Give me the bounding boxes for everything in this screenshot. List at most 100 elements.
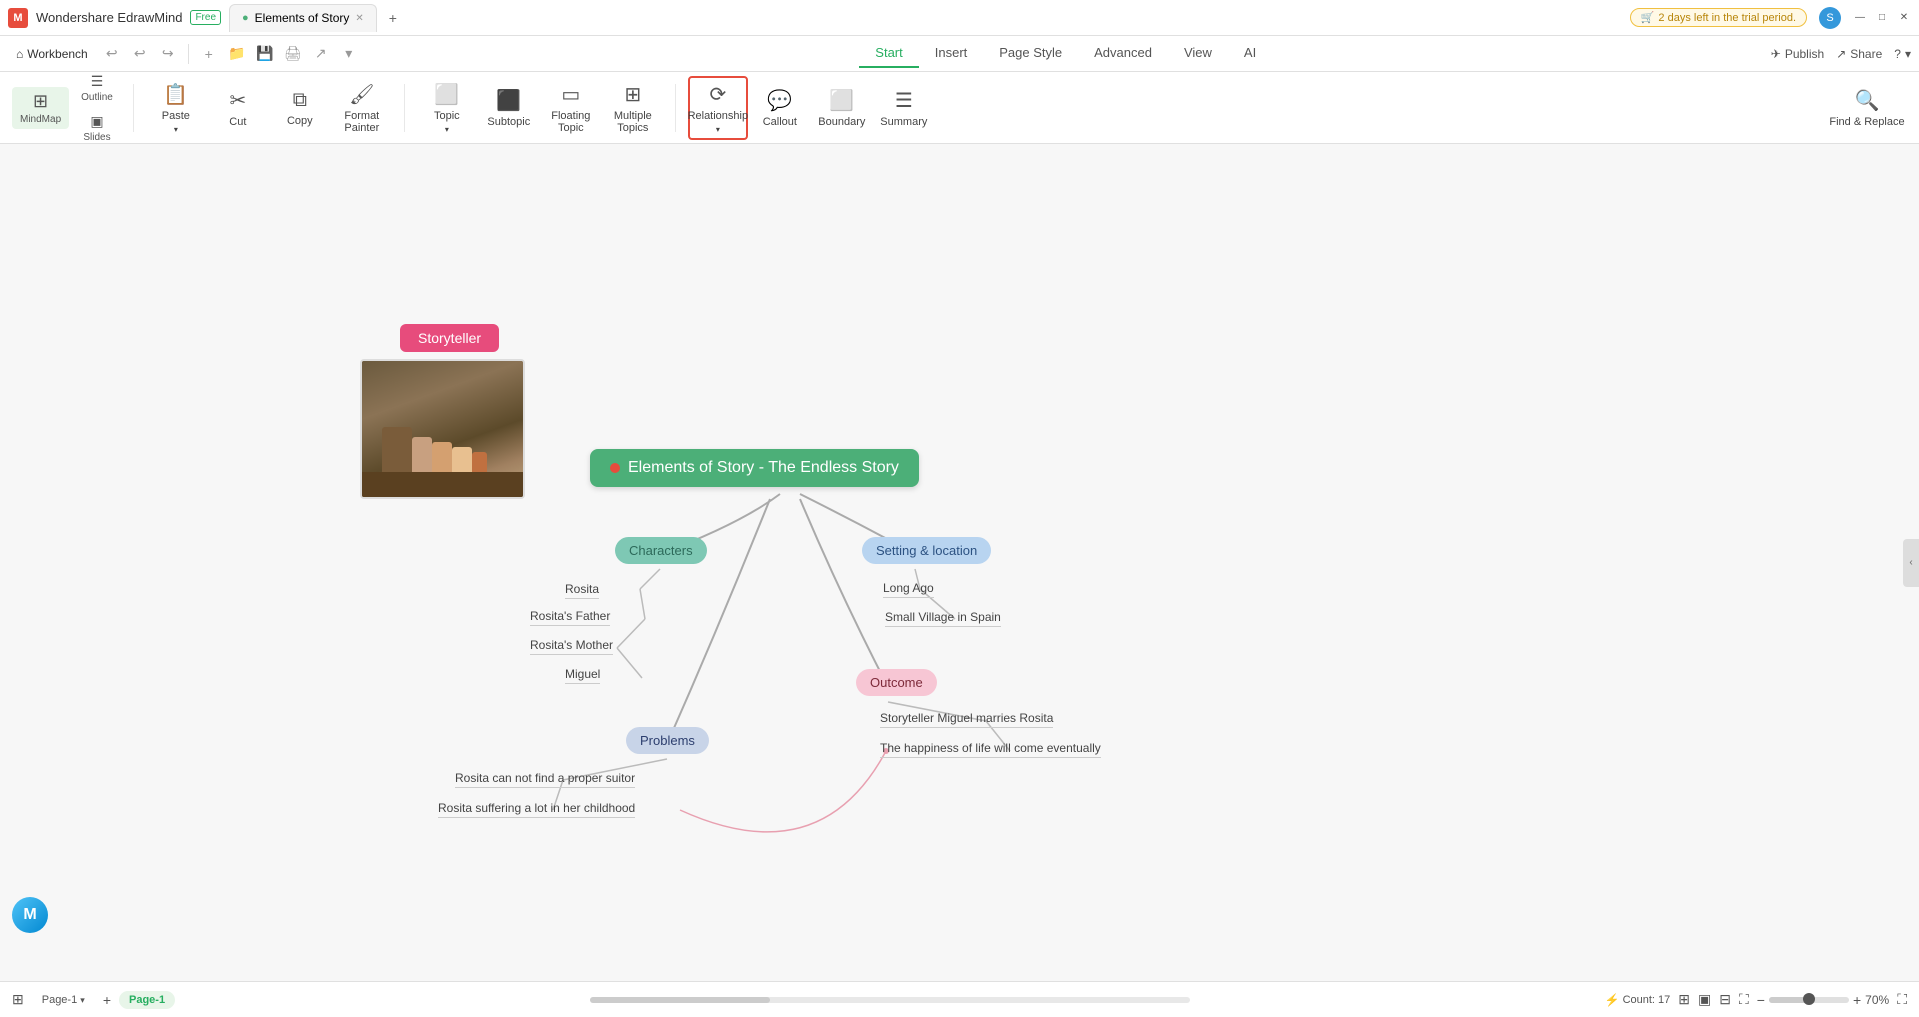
outcome-label: Outcome [870,675,923,690]
more-button[interactable]: ▾ [337,42,361,66]
close-button[interactable]: ✕ [1897,11,1911,25]
title-bar-left: M Wondershare EdrawMind Free ● Elements … [8,4,1622,32]
menu-bar: ⌂ Workbench ↩ ↩ ↪ + 📁 💾 🖨 ↗ ▾ Start Inse… [0,36,1919,72]
status-bar: ⊞ Page-1 ▾ + Page-1 ⚡ Count: 17 ⊞ ▣ ⊟ ⛶ … [0,981,1919,1017]
leaf-childhood[interactable]: Rosita suffering a lot in her childhood [438,801,635,818]
floating-topic-icon: ▭ [561,82,580,107]
zoom-in-icon[interactable]: + [1853,992,1861,1008]
characters-branch[interactable]: Characters [615,537,707,564]
boundary-button[interactable]: ⬜ Boundary [812,80,872,136]
print-button[interactable]: 🖨 [281,42,305,66]
summary-button[interactable]: ☰ Summary [874,80,934,136]
toolbar-divider-1 [133,84,134,132]
leaf-long-ago[interactable]: Long Ago [883,581,934,598]
outline-view-button[interactable]: ☰ Outline [73,69,121,107]
topic-button[interactable]: ⬜ Topic ▾ [417,78,477,138]
chevron-icon: ▾ [1905,47,1911,61]
canvas[interactable]: Storyteller Elements of Story - The Endl… [0,144,1919,981]
undo-button[interactable]: ↩ [100,42,124,66]
new-button[interactable]: + [197,42,221,66]
slides-view-button[interactable]: ▣ Slides [75,109,118,147]
status-left: ⊞ Page-1 ▾ + Page-1 [12,991,175,1009]
setting-branch[interactable]: Setting & location [862,537,991,564]
publish-button[interactable]: ✈ Publish [1771,47,1824,61]
menu-left: ⌂ Workbench ↩ ↩ ↪ + 📁 💾 🖨 ↗ ▾ [8,42,361,66]
share-button[interactable]: ↗ Share [1836,47,1882,61]
fullscreen-icon[interactable]: ⛶ [1739,991,1749,1008]
zoom-out-icon[interactable]: − [1757,992,1765,1008]
cut-button[interactable]: ✂ Cut [208,80,268,136]
scrollbar-thumb[interactable] [590,997,770,1003]
menu-right: ✈ Publish ↗ Share ? ▾ [1771,47,1911,61]
tab-ai[interactable]: AI [1228,39,1272,68]
storyteller-node[interactable]: Storyteller [400,324,499,352]
outcome-branch[interactable]: Outcome [856,669,937,696]
multiple-topics-button[interactable]: ⊞ Multiple Topics [603,78,663,138]
tab-advanced[interactable]: Advanced [1078,39,1168,68]
page-add-icon[interactable]: + [103,992,111,1008]
leaf-miguel[interactable]: Miguel [565,667,600,684]
copy-button[interactable]: ⧉ Copy [270,80,330,136]
mindmap-icon: ⊞ [33,91,48,112]
horizontal-scrollbar[interactable] [590,997,1190,1003]
outline-icon: ☰ [91,73,104,90]
workbench-button[interactable]: ⌂ Workbench [8,43,96,65]
story-image[interactable] [360,359,525,499]
leaf-suitor[interactable]: Rosita can not find a proper suitor [455,771,635,788]
tab-add-button[interactable]: + [381,6,405,30]
relationship-button[interactable]: ⟳ Relationship ▾ [688,76,748,140]
help-button[interactable]: ? ▾ [1894,47,1911,61]
undo-button2[interactable]: ↩ [128,42,152,66]
leaf-mother[interactable]: Rosita's Mother [530,638,613,655]
tab-page-style[interactable]: Page Style [983,39,1078,68]
page-dropdown-icon: ▾ [80,995,85,1005]
title-bar-right: 🛒 2 days left in the trial period. S — □… [1630,7,1911,29]
minimize-button[interactable]: — [1853,11,1867,25]
tab-view[interactable]: View [1168,39,1228,68]
find-replace-button[interactable]: 🔍 Find & Replace [1827,80,1907,136]
zoom-thumb[interactable] [1803,993,1815,1005]
tab-start[interactable]: Start [859,39,918,68]
callout-button[interactable]: 💬 Callout [750,80,810,136]
menu-tabs: Start Insert Page Style Advanced View AI [365,39,1767,68]
format-painter-icon: 🖌 [349,82,374,107]
maximize-button[interactable]: □ [1875,11,1889,25]
relationship-group: ⟳ Relationship ▾ 💬 Callout ⬜ Boundary ☰ … [688,76,934,140]
toolbar-divider-3 [675,84,676,132]
main-node-dot [610,463,620,473]
tab-close[interactable]: ✕ [355,13,363,24]
save-button[interactable]: 💾 [253,42,277,66]
publish-icon: ✈ [1771,47,1781,61]
format-painter-button[interactable]: 🖌 Format Painter [332,78,392,138]
zoom-slider[interactable] [1769,997,1849,1003]
active-page-tab[interactable]: Page-1 [119,991,175,1009]
page-1-tab[interactable]: Page-1 ▾ [32,991,95,1009]
paste-button[interactable]: 📋 Paste ▾ [146,78,206,138]
leaf-village[interactable]: Small Village in Spain [885,610,1001,627]
page-panel-icon: ⊞ [12,991,24,1008]
sidebar-toggle[interactable]: ‹ [1903,539,1919,587]
grid-icon[interactable]: ⊟ [1719,991,1731,1008]
subtopic-button[interactable]: ⬛ Subtopic [479,80,539,136]
tab-elements-of-story[interactable]: ● Elements of Story ✕ [229,4,377,32]
fit-icon[interactable]: ⊞ [1678,991,1690,1008]
relationship-arrow: ▾ [716,125,720,134]
problems-branch[interactable]: Problems [626,727,709,754]
avatar[interactable]: S [1819,7,1841,29]
main-node[interactable]: Elements of Story - The Endless Story [590,449,919,487]
floating-topic-button[interactable]: ▭ Floating Topic [541,78,601,138]
leaf-father[interactable]: Rosita's Father [530,609,610,626]
redo-button[interactable]: ↪ [156,42,180,66]
tab-insert[interactable]: Insert [919,39,984,68]
main-node-label: Elements of Story - The Endless Story [628,459,899,477]
leaf-happiness[interactable]: The happiness of life will come eventual… [880,741,1101,758]
open-button[interactable]: 📁 [225,42,249,66]
export-button[interactable]: ↗ [309,42,333,66]
layout-icon[interactable]: ▣ [1698,991,1711,1008]
mindmap-view-button[interactable]: ⊞ MindMap [12,87,69,129]
toolbar: ⊞ MindMap ☰ Outline ▣ Slides 📋 Paste ▾ ✂… [0,72,1919,144]
expand-icon[interactable]: ⛶ [1897,991,1907,1008]
copy-icon: ⧉ [293,89,307,112]
leaf-rosita[interactable]: Rosita [565,582,599,599]
leaf-marries[interactable]: Storyteller Miguel marries Rosita [880,711,1053,728]
